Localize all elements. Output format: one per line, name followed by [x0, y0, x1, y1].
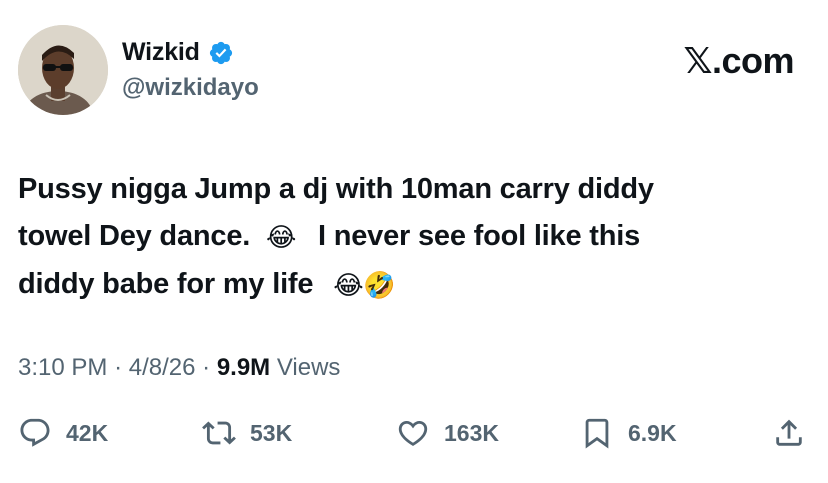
tweet-line-3-text: diddy babe for my life	[18, 268, 314, 300]
meta-separator: ·	[202, 354, 211, 381]
tweet-text: Pussy nigga Jump a dj with 10man carry d…	[18, 166, 808, 309]
tweet-date[interactable]: 4/8/26	[129, 354, 196, 381]
tweet-line-1: Pussy nigga Jump a dj with 10man carry d…	[18, 166, 808, 213]
reply-button[interactable]: 42K	[18, 416, 108, 450]
bookmark-button[interactable]: 6.9K	[580, 416, 677, 450]
tears-of-joy-emoji: 😂	[333, 270, 364, 300]
like-icon	[398, 420, 428, 446]
rofl-emoji: 🤣	[363, 270, 396, 300]
repost-button[interactable]: 53K	[202, 416, 292, 450]
brand-logo: 𝕏.com	[683, 40, 794, 81]
author-display-name[interactable]: Wizkid	[122, 38, 234, 67]
views-label: Views	[276, 354, 341, 381]
tweet-line-3: diddy babe for my life 😂🤣	[18, 261, 808, 309]
bookmark-icon	[585, 418, 609, 449]
tweet-line-2b-text: I never see fool like this	[318, 220, 641, 252]
views-count: 9.9M	[216, 354, 271, 381]
like-count: 163K	[444, 419, 499, 446]
tweet-line-1-text: Pussy nigga Jump a dj with 10man carry d…	[18, 173, 654, 205]
reply-count: 42K	[66, 419, 109, 446]
verified-icon	[209, 41, 232, 64]
avatar-image	[18, 25, 108, 115]
bookmark-count: 6.9K	[628, 419, 677, 446]
repost-icon	[202, 421, 236, 445]
avatar[interactable]	[18, 25, 108, 115]
reply-icon	[20, 418, 50, 447]
tweet-line-2-text: towel Dey dance.	[18, 220, 251, 252]
share-button[interactable]	[772, 416, 806, 455]
action-bar: 42K 53K 163K 6.9K	[0, 416, 828, 460]
tears-of-joy-emoji: 😂	[265, 222, 297, 252]
tweet-line-2: towel Dey dance. 😂 I never see fool like…	[18, 213, 808, 261]
meta-separator: ·	[114, 354, 123, 381]
repost-count: 53K	[250, 419, 293, 446]
tweet-time[interactable]: 3:10 PM	[18, 354, 107, 381]
tweet-meta: 3:10 PM · 4/8/26 · 9.9M Views	[18, 354, 340, 382]
author-handle[interactable]: @wizkidayo	[122, 74, 259, 102]
author-name-text: Wizkid	[122, 38, 200, 66]
like-button[interactable]: 163K	[396, 416, 499, 450]
share-icon	[776, 419, 802, 446]
